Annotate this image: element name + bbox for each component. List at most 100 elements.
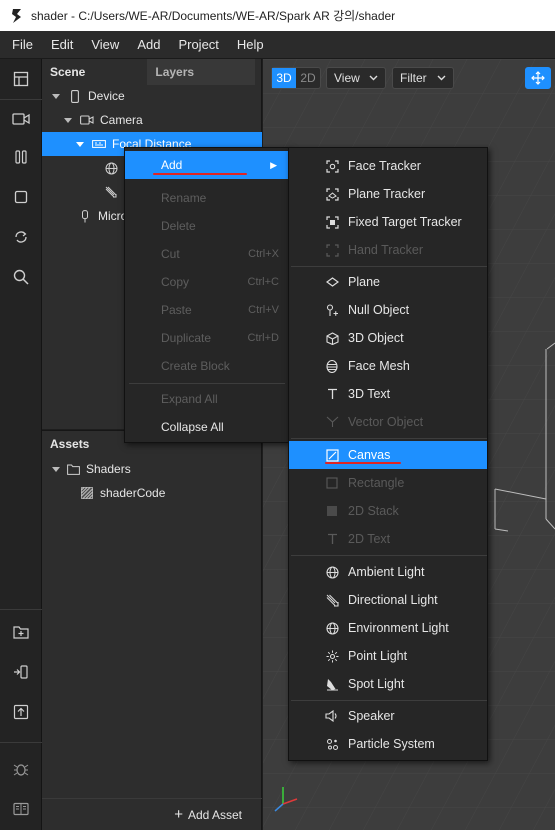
send-to-device-icon[interactable]	[0, 654, 42, 690]
caret-down-icon[interactable]	[64, 117, 72, 123]
directional-light-icon	[325, 593, 339, 607]
menu-item-face-tracker[interactable]: Face Tracker	[289, 152, 487, 180]
tree-item-camera[interactable]: Camera	[42, 108, 262, 132]
asset-folder-label: Shaders	[86, 462, 131, 476]
menu-item-spot-light[interactable]: Spot Light	[289, 670, 487, 698]
menu-item-plane[interactable]: Plane	[289, 268, 487, 296]
menu-item-particle-system[interactable]: Particle System	[289, 730, 487, 758]
menu-item-label: Spot Light	[348, 677, 405, 691]
caret-down-icon[interactable]	[52, 93, 60, 99]
menu-project[interactable]: Project	[166, 37, 224, 52]
tree-item-label: Device	[88, 89, 125, 103]
menu-item-expand-all[interactable]: Expand All	[125, 385, 289, 413]
filter-dropdown[interactable]: Filter	[392, 67, 454, 89]
shortcut-label: Ctrl+X	[248, 248, 279, 260]
add-asset-button[interactable]: + Add Asset	[42, 798, 262, 830]
menu-item-create-block[interactable]: Create Block	[125, 352, 289, 380]
bug-icon[interactable]	[0, 751, 42, 787]
menu-item-label: Delete	[161, 219, 196, 233]
menu-item-plane-tracker[interactable]: Plane Tracker	[289, 180, 487, 208]
menu-item-label: Fixed Target Tracker	[348, 215, 462, 229]
tree-item-device[interactable]: Device	[42, 84, 262, 108]
annotation-underline	[325, 462, 401, 464]
stop-icon[interactable]	[0, 179, 42, 215]
context-menu: Add ▶ Rename Delete Cut Ctrl+X Copy Ctrl…	[124, 147, 290, 443]
menu-item-3d-object[interactable]: 3D Object	[289, 324, 487, 352]
left-toolbar	[0, 59, 42, 830]
menu-item-3d-text[interactable]: 3D Text	[289, 380, 487, 408]
plane-tracker-icon	[325, 187, 339, 201]
mode-3d-button[interactable]: 3D	[272, 68, 296, 88]
docs-icon[interactable]	[0, 791, 42, 827]
video-camera-icon[interactable]	[0, 101, 42, 137]
view-mode-toggle: 3D 2D	[271, 67, 321, 89]
layout-icon[interactable]	[0, 61, 42, 97]
menu-item-canvas[interactable]: Canvas	[289, 441, 487, 469]
move-tool-button[interactable]	[525, 67, 551, 89]
mode-2d-button[interactable]: 2D	[296, 68, 320, 88]
menu-item-directional-light[interactable]: Directional Light	[289, 586, 487, 614]
view-dropdown[interactable]: View	[326, 67, 386, 89]
menu-item-vector-object[interactable]: Vector Object	[289, 408, 487, 436]
menu-item-environment-light[interactable]: Environment Light	[289, 614, 487, 642]
menu-item-label: Rename	[161, 191, 207, 205]
asset-item-label: shaderCode	[100, 486, 166, 500]
menu-item-label: Cut	[161, 247, 180, 261]
menu-item-delete[interactable]: Delete	[125, 212, 289, 240]
folder-icon	[66, 462, 80, 476]
rectangle-icon	[325, 476, 339, 490]
menu-view[interactable]: View	[79, 37, 125, 52]
speaker-icon	[325, 709, 339, 723]
menu-item-fixed-target-tracker[interactable]: Fixed Target Tracker	[289, 208, 487, 236]
menu-item-label: Paste	[161, 303, 192, 317]
search-icon[interactable]	[0, 259, 42, 295]
menu-help[interactable]: Help	[225, 37, 270, 52]
upload-icon[interactable]	[0, 694, 42, 730]
menu-item-face-mesh[interactable]: Face Mesh	[289, 352, 487, 380]
assets-panel: Assets Shaders shaderCode + Add Asset	[42, 430, 262, 830]
menu-item-2d-text[interactable]: 2D Text	[289, 525, 487, 553]
menu-item-collapse-all[interactable]: Collapse All	[125, 413, 289, 441]
menu-divider	[291, 700, 487, 701]
menu-item-null-object[interactable]: Null Object	[289, 296, 487, 324]
menu-item-label: Canvas	[348, 448, 391, 462]
chevron-down-icon	[437, 75, 446, 81]
menu-item-label: Rectangle	[348, 476, 405, 490]
view-dropdown-label: View	[334, 71, 360, 85]
menu-item-label: Add	[161, 158, 183, 172]
menu-item-hand-tracker[interactable]: Hand Tracker	[289, 236, 487, 264]
tab-scene[interactable]: Scene	[42, 59, 93, 85]
pause-icon[interactable]	[0, 139, 42, 175]
menu-item-speaker[interactable]: Speaker	[289, 702, 487, 730]
menu-item-copy[interactable]: Copy Ctrl+C	[125, 268, 289, 296]
window-title: shader - C:/Users/WE-AR/Documents/WE-AR/…	[31, 9, 396, 23]
import-folder-icon[interactable]	[0, 614, 42, 650]
vector-object-icon	[325, 415, 339, 429]
menu-add[interactable]: Add	[125, 37, 166, 52]
menu-item-label: 3D Object	[348, 331, 404, 345]
asset-folder-shaders[interactable]: Shaders	[42, 457, 262, 481]
refresh-icon[interactable]	[0, 219, 42, 255]
menu-item-ambient-light[interactable]: Ambient Light	[289, 558, 487, 586]
spark-ar-logo-icon	[12, 8, 21, 23]
menu-item-2d-stack[interactable]: 2D Stack	[289, 497, 487, 525]
menu-item-rectangle[interactable]: Rectangle	[289, 469, 487, 497]
particle-system-icon	[325, 737, 339, 751]
menu-item-label: Collapse All	[161, 420, 224, 434]
menu-item-point-light[interactable]: Point Light	[289, 642, 487, 670]
caret-down-icon[interactable]	[52, 466, 60, 472]
title-bar: shader - C:/Users/WE-AR/Documents/WE-AR/…	[0, 0, 555, 31]
menu-item-rename[interactable]: Rename	[125, 184, 289, 212]
asset-item-shadercode[interactable]: shaderCode	[42, 481, 262, 505]
caret-down-icon[interactable]	[76, 141, 84, 147]
menu-item-label: Hand Tracker	[348, 243, 424, 257]
menu-item-paste[interactable]: Paste Ctrl+V	[125, 296, 289, 324]
menu-item-cut[interactable]: Cut Ctrl+X	[125, 240, 289, 268]
menu-edit[interactable]: Edit	[39, 37, 79, 52]
filter-dropdown-label: Filter	[400, 71, 427, 85]
tab-layers[interactable]: Layers	[147, 59, 256, 85]
menu-file[interactable]: File	[0, 37, 39, 52]
menu-item-label: Create Block	[161, 359, 230, 373]
menu-item-duplicate[interactable]: Duplicate Ctrl+D	[125, 324, 289, 352]
menu-item-label: Environment Light	[348, 621, 449, 635]
